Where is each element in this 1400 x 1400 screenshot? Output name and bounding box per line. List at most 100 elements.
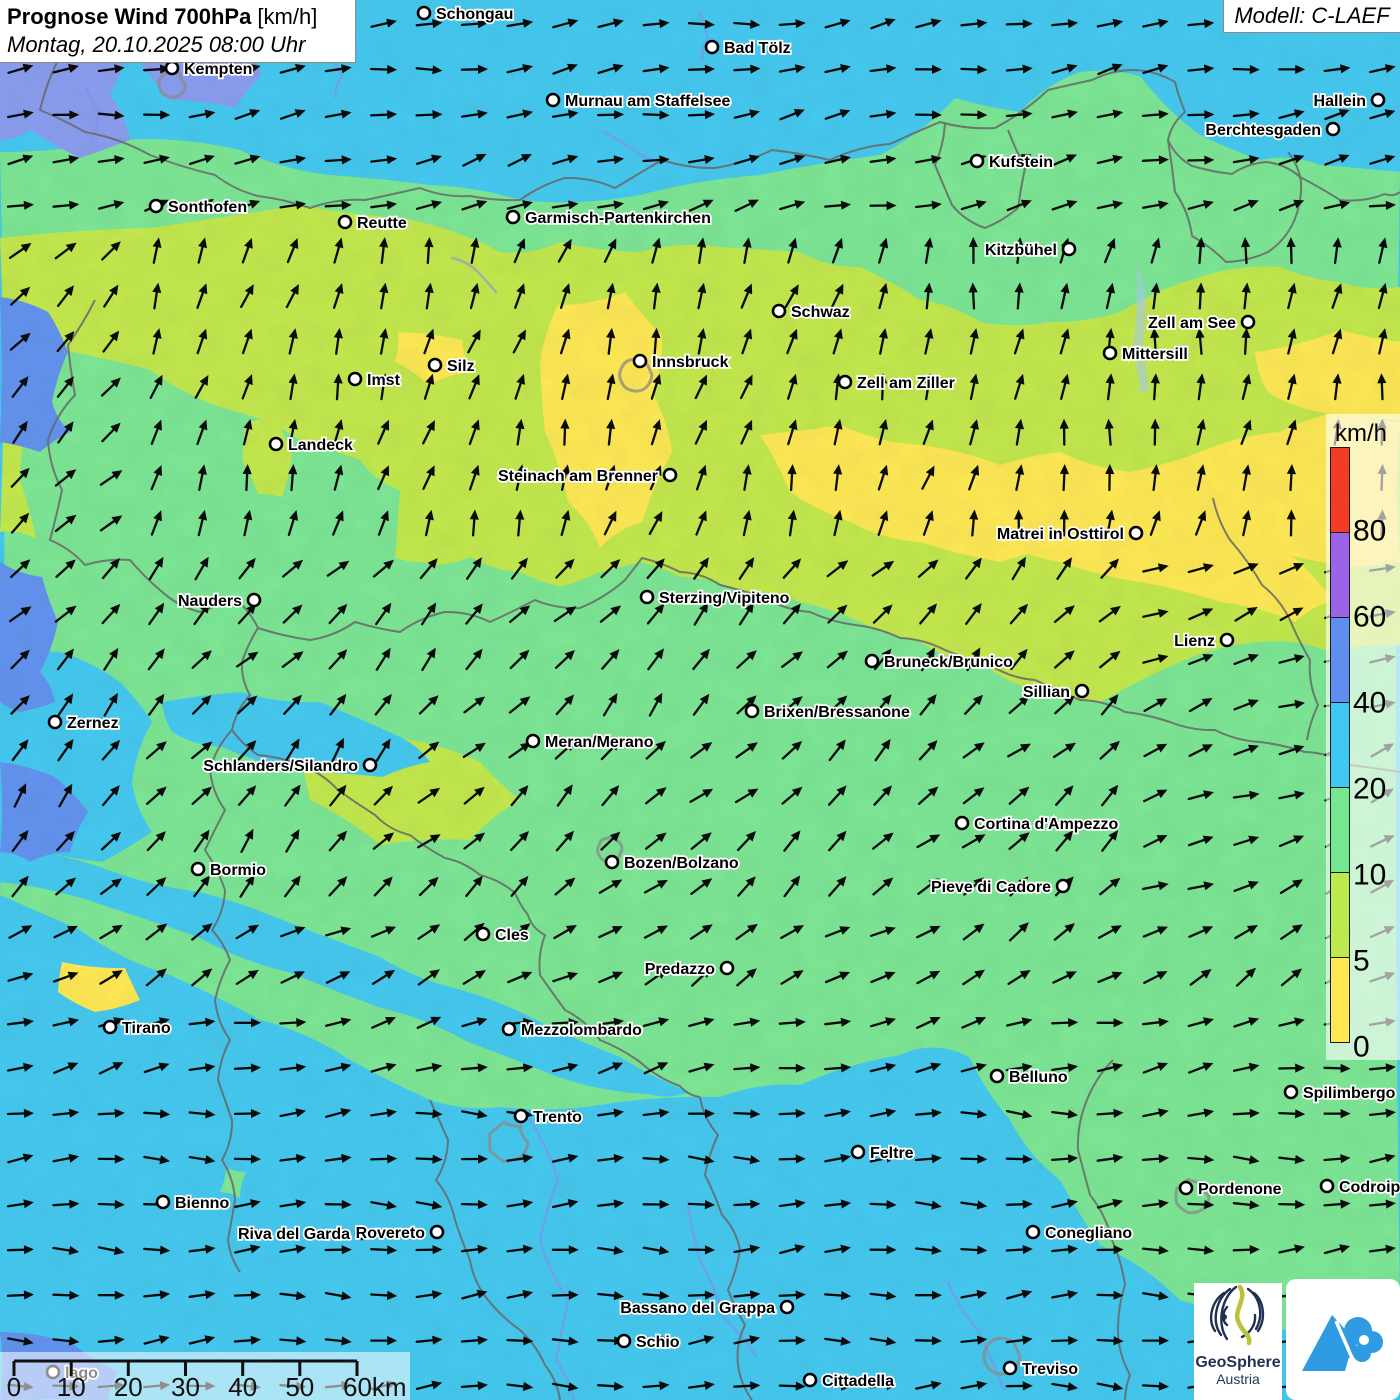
city-marker xyxy=(634,355,646,367)
city-marker xyxy=(515,1110,527,1122)
geosphere-country: Austria xyxy=(1194,1371,1282,1387)
city-marker xyxy=(606,856,618,868)
city-label: Bad Tölz xyxy=(724,40,791,57)
city-label: Lienz xyxy=(1174,633,1215,650)
city-marker xyxy=(618,1335,630,1347)
city-label: Brixen/Bressanone xyxy=(764,704,910,721)
city-marker xyxy=(1180,1182,1192,1194)
wind-speed-legend: km/h 806040201050 xyxy=(1326,414,1400,1060)
city-label: Schwaz xyxy=(791,304,850,321)
city-label: Cittadella xyxy=(822,1373,894,1390)
scalebar-label: 30 xyxy=(171,1372,200,1400)
city-marker xyxy=(248,594,260,606)
city-label: Kitzbühel xyxy=(985,242,1057,259)
city-label: Murnau am Staffelsee xyxy=(565,93,730,110)
city-label: Kempten xyxy=(184,61,252,78)
title-unit: [km/h] xyxy=(251,4,317,29)
page-title: Prognose Wind 700hPa [km/h] xyxy=(7,3,355,31)
city-label: Zell am Ziller xyxy=(857,375,955,392)
city: Bozen/Bolzano xyxy=(606,855,739,872)
city-label: Berchtesgaden xyxy=(1205,122,1321,139)
city-label: Schongau xyxy=(436,6,513,23)
city-marker xyxy=(721,962,733,974)
legend-segment xyxy=(1330,532,1350,618)
city-marker xyxy=(804,1374,816,1386)
city-marker xyxy=(418,7,430,19)
city: Mezzolombardo xyxy=(503,1022,642,1039)
city-marker xyxy=(1327,123,1339,135)
city: Bassano del Grappa xyxy=(620,1300,793,1317)
city-marker xyxy=(1285,1086,1297,1098)
scalebar-label: 60km xyxy=(343,1372,407,1400)
legend-tick-label: 60 xyxy=(1353,600,1386,634)
city: Riva del Garda xyxy=(238,1226,368,1243)
city-marker xyxy=(1104,347,1116,359)
city: Sterzing/Vipiteno xyxy=(641,590,790,607)
city-marker xyxy=(157,1196,169,1208)
city-marker xyxy=(1130,527,1142,539)
city-marker xyxy=(507,211,519,223)
city-marker xyxy=(956,817,968,829)
city-label: Treviso xyxy=(1022,1361,1078,1378)
legend-segment xyxy=(1330,702,1350,788)
city-label: Trento xyxy=(533,1109,582,1126)
city-marker xyxy=(641,591,653,603)
city-label: Sonthofen xyxy=(168,199,247,216)
city-marker xyxy=(664,469,676,481)
title-box: Prognose Wind 700hPa [km/h] Montag, 20.1… xyxy=(0,0,356,63)
legend-tick-label: 5 xyxy=(1353,944,1370,978)
city: Brixen/Bressanone xyxy=(746,704,910,721)
city-label: Rovereto xyxy=(356,1225,426,1242)
city-label: Garmisch-Partenkirchen xyxy=(525,210,711,227)
geosphere-wordmark: GeoSphere xyxy=(1194,1354,1282,1371)
city: Berchtesgaden xyxy=(1205,122,1339,139)
city-marker xyxy=(150,200,162,212)
city-label: Mezzolombardo xyxy=(521,1022,642,1039)
city-label: Nauders xyxy=(178,593,242,610)
city-label: Reutte xyxy=(357,215,407,232)
scalebar-label: 50 xyxy=(285,1372,314,1400)
city: Zell am Ziller xyxy=(839,375,955,392)
mountain-cloud-icon xyxy=(1286,1279,1400,1400)
city: Steinach am Brenner xyxy=(498,468,676,485)
city-marker xyxy=(364,759,376,771)
city-marker xyxy=(1057,880,1069,892)
city: Bruneck/Brunico xyxy=(866,654,1013,671)
city-marker xyxy=(429,359,441,371)
city-label: Imst xyxy=(367,372,401,389)
scalebar-label: 20 xyxy=(114,1372,143,1400)
distance-scalebar: 0102030405060km xyxy=(0,1352,410,1400)
city-marker xyxy=(104,1021,116,1033)
city-marker xyxy=(270,438,282,450)
city: Garmisch-Partenkirchen xyxy=(507,210,711,227)
scalebar-label: 40 xyxy=(228,1372,257,1400)
wind-forecast-map: lagoSchongauBad TölzKemptenMurnau am Sta… xyxy=(0,0,1400,1400)
city-marker xyxy=(991,1070,1003,1082)
legend-tick-label: 80 xyxy=(1353,514,1386,548)
city-marker xyxy=(503,1023,515,1035)
city-label: Zernez xyxy=(67,715,119,732)
city-label: Mittersill xyxy=(1122,346,1188,363)
partner-logo-card xyxy=(1286,1279,1400,1400)
city-label: Schio xyxy=(636,1334,680,1351)
city-label: Bassano del Grappa xyxy=(620,1300,775,1317)
city-label: Matrei in Osttirol xyxy=(997,526,1124,543)
city-label: Cortina d'Ampezzo xyxy=(974,816,1118,833)
city-label: Codroipo xyxy=(1339,1179,1400,1196)
city-marker xyxy=(1242,316,1254,328)
city-marker xyxy=(166,62,178,74)
city-label: Kufstein xyxy=(989,154,1053,171)
city-marker xyxy=(839,376,851,388)
city-label: Bozen/Bolzano xyxy=(624,855,739,872)
city-label: Riva del Garda xyxy=(238,1226,350,1243)
model-label: Modell: C-LAEF xyxy=(1223,0,1400,33)
scalebar-label: 0 xyxy=(7,1372,21,1400)
city-marker xyxy=(527,735,539,747)
city-label: Meran/Merano xyxy=(545,734,654,751)
title-parameter: Prognose Wind 700hPa xyxy=(7,4,251,29)
legend-tick-label: 0 xyxy=(1353,1030,1370,1064)
city-label: Schlanders/Silandro xyxy=(203,758,358,775)
legend-title: km/h xyxy=(1335,420,1387,448)
city-label: Silz xyxy=(447,358,475,375)
legend-tick-label: 40 xyxy=(1353,686,1386,720)
